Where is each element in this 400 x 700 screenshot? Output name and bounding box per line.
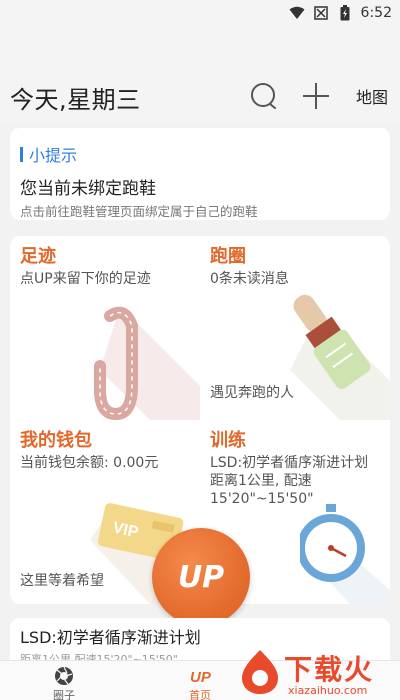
- tip-label-text: 小提示: [29, 146, 78, 165]
- nav-tab-circle-label: 圈子: [53, 689, 75, 700]
- header: 今天,星期三 地图: [0, 26, 400, 126]
- aperture-icon: [55, 666, 73, 685]
- map-button[interactable]: 地图: [356, 84, 388, 108]
- wallet-subtitle: 当前钱包余额: 0.00元: [20, 455, 159, 471]
- watermark: 下载火 xiazaihuo.com: [236, 646, 398, 700]
- up-button[interactable]: UP: [152, 528, 250, 626]
- tip-description: 点击前往跑鞋管理页面绑定属于自己的跑鞋: [20, 204, 258, 219]
- footprint-illustration-icon: [94, 306, 200, 420]
- tip-accent-bar: [20, 146, 23, 162]
- footprint-tile[interactable]: 足迹 点UP来留下你的足迹: [10, 236, 200, 420]
- tip-label: 小提示: [20, 142, 77, 166]
- no-signal-icon: [313, 5, 329, 21]
- tip-title: 您当前未绑定跑鞋: [20, 179, 156, 199]
- status-bar: 6:52: [0, 0, 400, 26]
- watermark-text: 下载火: [284, 653, 375, 686]
- watermark-url: xiazaihuo.com: [288, 684, 368, 697]
- circle-bottom-text: 遇见奔跑的人: [210, 385, 294, 401]
- plus-icon: [303, 83, 329, 109]
- clock: 6:52: [360, 5, 392, 21]
- plan-title: LSD:初学者循序渐进计划: [20, 628, 201, 647]
- svg-text:UP: UP: [190, 669, 211, 686]
- tip-card[interactable]: 小提示 您当前未绑定跑鞋 点击前往跑鞋管理页面绑定属于自己的跑鞋: [10, 128, 390, 220]
- flame-logo-icon: [242, 650, 278, 694]
- page-title: 今天,星期三: [10, 86, 141, 114]
- handshake-illustration-icon: [290, 294, 390, 420]
- search-button[interactable]: [248, 80, 280, 112]
- nav-tab-home[interactable]: UP 首页: [170, 665, 230, 700]
- footprint-title: 足迹: [20, 246, 56, 267]
- circle-subtitle: 0条未读消息: [210, 271, 289, 287]
- battery-icon: [337, 5, 353, 21]
- wifi-icon: [289, 5, 305, 21]
- up-logo-icon: UP: [190, 669, 211, 686]
- stopwatch-illustration-icon: [300, 504, 390, 604]
- circle-tile[interactable]: 跑圈 0条未读消息 遇见奔跑的人: [200, 236, 390, 420]
- training-title: 训练: [210, 430, 246, 451]
- add-button[interactable]: [300, 80, 332, 112]
- wallet-bottom-text: 这里等着希望: [20, 573, 104, 589]
- search-icon: [251, 83, 276, 109]
- wallet-title: 我的钱包: [20, 430, 92, 451]
- nav-tab-home-label: 首页: [189, 689, 211, 700]
- nav-tab-circle[interactable]: 圈子: [34, 665, 94, 700]
- circle-title: 跑圈: [210, 246, 246, 267]
